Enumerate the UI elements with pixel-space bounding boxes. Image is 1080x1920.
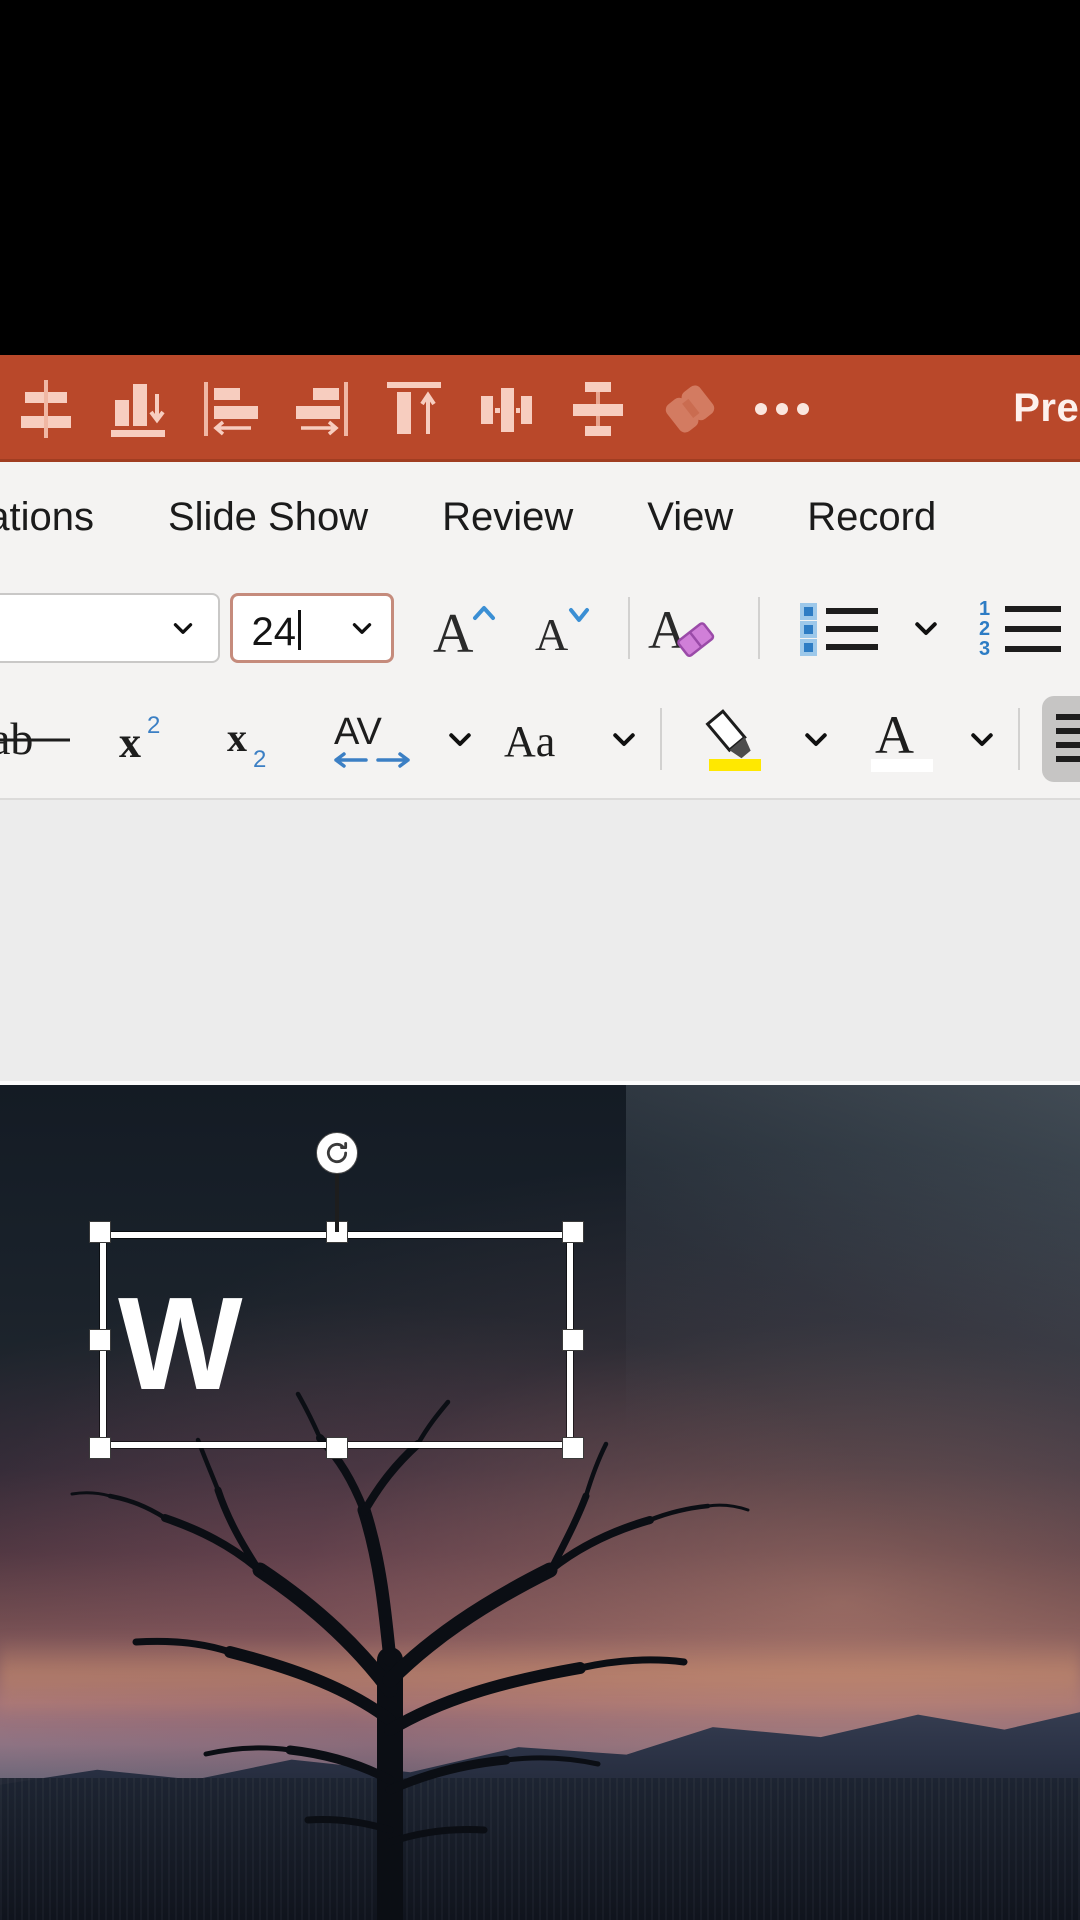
ribbon-row-font: 24 A A A 1 2 3 (0, 572, 1080, 684)
ribbon-tab-strip: nations Slide Show Review View Record (0, 462, 1080, 572)
bullets-dropdown-button[interactable] (898, 580, 954, 676)
svg-text:x: x (227, 715, 247, 760)
font-size-value: 24 (251, 609, 296, 654)
powerpoint-mobile-screen: Pres nations Slide Show Review View Reco… (0, 0, 1080, 1920)
slide-canvas[interactable]: W (0, 1085, 1080, 1920)
chevron-down-icon (352, 623, 372, 634)
resize-handle-top-right[interactable] (562, 1221, 584, 1243)
strikethrough-button[interactable]: ab (0, 691, 90, 787)
top-letterbox (0, 0, 1080, 355)
svg-text:AV: AV (334, 711, 383, 753)
align-right-icon[interactable] (276, 355, 368, 462)
svg-text:Aa: Aa (504, 717, 555, 766)
tab-review[interactable]: Review (442, 495, 573, 540)
align-middle-icon[interactable] (552, 355, 644, 462)
bullets-button[interactable] (782, 580, 898, 676)
align-center-horizontal-icon[interactable] (460, 355, 552, 462)
divider (1018, 708, 1020, 770)
text-highlight-color-button[interactable] (680, 691, 788, 787)
shrink-font-button[interactable]: A (516, 580, 612, 676)
svg-text:3: 3 (979, 638, 990, 659)
resize-handle-bottom-right[interactable] (562, 1437, 584, 1459)
resize-handle-top-left[interactable] (89, 1221, 111, 1243)
more-options-icon[interactable] (736, 355, 828, 462)
numbering-button[interactable]: 1 2 3 (964, 580, 1080, 676)
shape-format-toolbar: Pres (0, 355, 1080, 462)
text-cursor (297, 609, 301, 650)
svg-text:2: 2 (147, 712, 160, 739)
chevron-down-icon (449, 733, 471, 746)
subscript-button[interactable]: x 2 (208, 691, 316, 787)
chevron-down-icon (915, 622, 937, 635)
presentation-title: Pres (1013, 386, 1080, 430)
chevron-down-icon (613, 733, 635, 746)
svg-text:A: A (648, 600, 687, 660)
rotate-handle-stem (334, 1172, 339, 1232)
svg-text:A: A (535, 609, 568, 660)
font-size-combobox[interactable]: 24 (230, 593, 394, 663)
character-spacing-button[interactable]: AV (316, 691, 432, 787)
font-color-button[interactable]: A (850, 691, 954, 787)
ribbon-row-format: ab x 2 x 2 AV Aa A (0, 684, 1080, 794)
change-case-dropdown-button[interactable] (596, 691, 652, 787)
align-left-icon[interactable] (184, 355, 276, 462)
font-color-dropdown-button[interactable] (954, 691, 1010, 787)
tab-slide-show[interactable]: Slide Show (168, 495, 368, 540)
chevron-down-icon (805, 733, 827, 746)
svg-text:A: A (875, 705, 914, 765)
svg-text:A: A (433, 603, 474, 660)
font-name-combobox[interactable] (0, 593, 221, 663)
change-case-button[interactable]: Aa (494, 691, 596, 787)
svg-text:2: 2 (253, 746, 266, 769)
align-top-icon[interactable] (368, 355, 460, 462)
divider (758, 597, 760, 659)
clear-formatting-button[interactable]: A (630, 580, 740, 676)
group-objects-icon[interactable] (644, 355, 736, 462)
chevron-down-icon (174, 623, 193, 634)
chevron-down-icon (971, 733, 993, 746)
textbox-selection[interactable]: W (89, 1132, 584, 1459)
resize-handle-bottom-left[interactable] (89, 1437, 111, 1459)
rotate-icon[interactable] (315, 1132, 358, 1174)
tab-record[interactable]: Record (807, 495, 936, 540)
svg-text:x: x (119, 718, 141, 767)
superscript-button[interactable]: x 2 (100, 691, 208, 787)
resize-handle-bottom-center[interactable] (325, 1437, 348, 1459)
align-left-button[interactable] (1042, 696, 1080, 782)
font-size-value-wrap: 24 (251, 605, 301, 652)
character-spacing-dropdown-button[interactable] (432, 691, 488, 787)
slide-canvas-padding (0, 800, 1080, 1085)
divider (660, 708, 662, 770)
align-distribute-vertical-icon[interactable] (0, 355, 92, 462)
svg-text:2: 2 (979, 618, 990, 640)
align-bottom-icon[interactable] (92, 355, 184, 462)
resize-handle-middle-right[interactable] (562, 1329, 584, 1351)
text-highlight-dropdown-button[interactable] (788, 691, 844, 787)
tab-view[interactable]: View (647, 495, 733, 540)
textbox-text: W (118, 1270, 243, 1417)
grow-font-button[interactable]: A (416, 580, 512, 676)
resize-handle-middle-left[interactable] (89, 1329, 111, 1351)
svg-text:1: 1 (979, 598, 990, 620)
tab-animations[interactable]: nations (0, 495, 94, 540)
home-ribbon: 24 A A A 1 2 3 ab x 2 x 2 AV Aa A (0, 572, 1080, 800)
